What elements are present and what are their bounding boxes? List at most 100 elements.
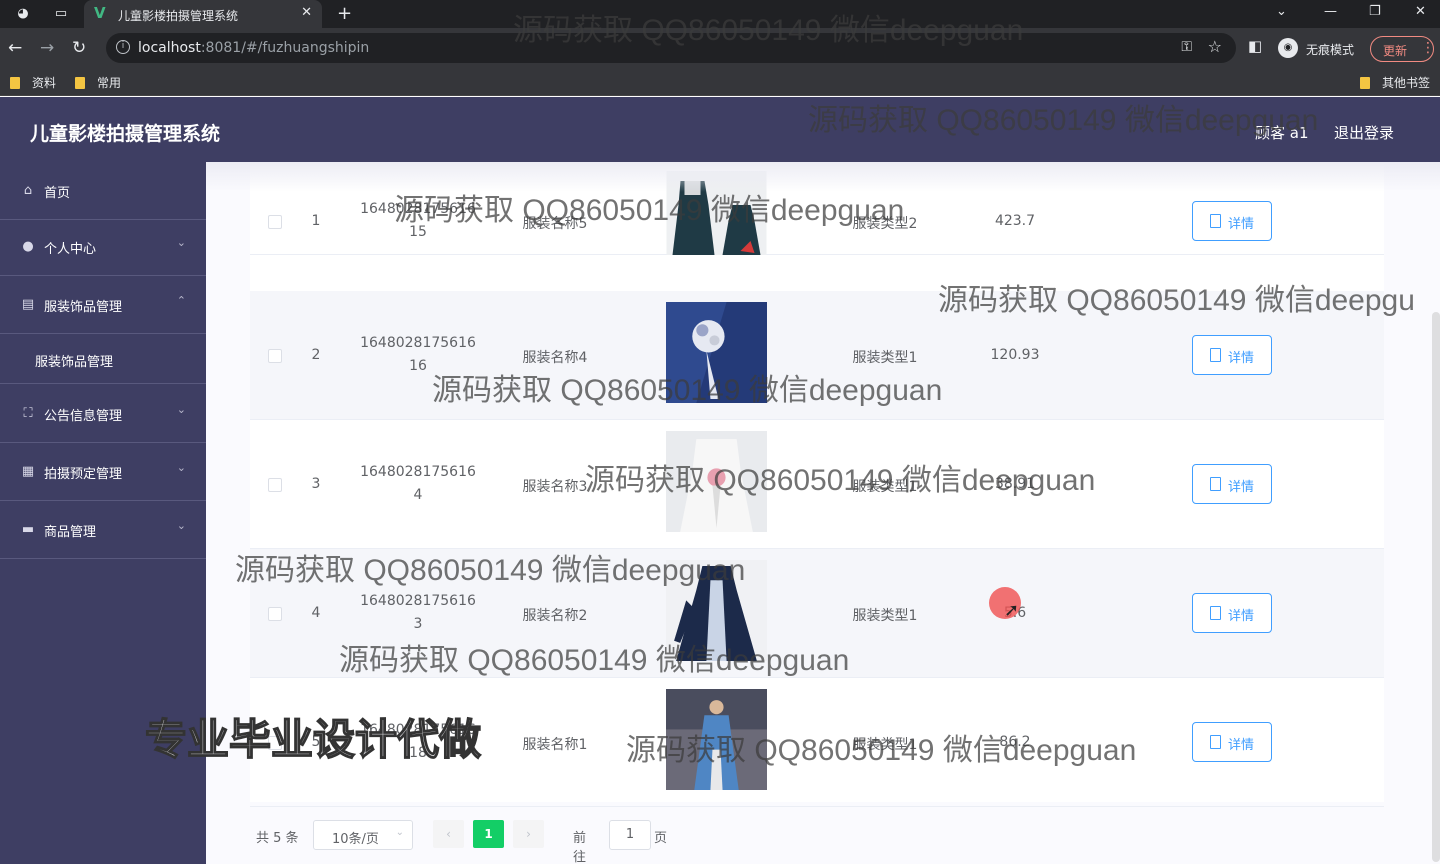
detail-button[interactable]: 详情 bbox=[1192, 722, 1272, 762]
row-index: 3 bbox=[311, 476, 321, 492]
url-text: localhost:8081/#/fuzhuangshipin bbox=[138, 40, 369, 56]
detail-label: 详情 bbox=[1228, 609, 1255, 624]
key-icon[interactable]: ⚿ bbox=[1181, 39, 1192, 55]
row-id: 1648028175616 4 bbox=[353, 461, 483, 507]
detail-label: 详情 bbox=[1228, 351, 1255, 366]
logout-link[interactable]: 退出登录 bbox=[1334, 122, 1394, 143]
mouse-cursor-icon: ➚ bbox=[1004, 600, 1020, 621]
id-line: 3 bbox=[413, 616, 423, 632]
sidebar-item-profile[interactable]: ● 个人中心 ⌄ bbox=[0, 218, 206, 276]
vue-logo-icon: V bbox=[94, 4, 106, 22]
page-size-select[interactable]: 10条/页 ⌄ bbox=[313, 820, 413, 850]
tab-search-icon[interactable]: ⌄ bbox=[1276, 4, 1287, 19]
goto-label: 前往 bbox=[573, 831, 587, 865]
detail-button[interactable]: 详情 bbox=[1192, 593, 1272, 633]
chevron-down-icon: ⌄ bbox=[176, 519, 186, 532]
row-index: 1 bbox=[311, 213, 321, 229]
sidebar-item-notice[interactable]: ⛶ 公告信息管理 ⌄ bbox=[0, 385, 206, 443]
other-bookmarks[interactable]: 其他书签 bbox=[1360, 74, 1430, 91]
chevron-down-icon: ⌄ bbox=[395, 827, 404, 838]
tab-close-icon[interactable]: ✕ bbox=[301, 5, 312, 20]
incognito-indicator[interactable]: ◉ 无痕模式 bbox=[1276, 36, 1356, 60]
update-button[interactable]: 更新 ⋮ bbox=[1370, 36, 1435, 62]
clipboard-icon: ▤ bbox=[21, 297, 35, 312]
row-name: 服装名称2 bbox=[522, 608, 588, 624]
window-close-icon[interactable]: ✕ bbox=[1415, 4, 1426, 19]
scrollbar[interactable] bbox=[1432, 312, 1440, 862]
row-price: 120.93 bbox=[990, 347, 1040, 363]
grid-icon: ▦ bbox=[21, 464, 35, 479]
sidebar-item-clothing[interactable]: ▤ 服装饰品管理 ⌃ bbox=[0, 276, 206, 334]
row-checkbox[interactable] bbox=[268, 215, 282, 229]
detail-button[interactable]: 详情 bbox=[1192, 464, 1272, 504]
document-icon bbox=[1210, 735, 1221, 749]
browser-tab[interactable]: V 儿童影楼拍摄管理系统 ✕ bbox=[84, 0, 322, 28]
bookmark-star-icon[interactable]: ☆ bbox=[1208, 37, 1222, 56]
restore-icon[interactable]: ❐ bbox=[1369, 4, 1381, 19]
row-type: 服装类型1 bbox=[852, 350, 918, 366]
page-number-button[interactable]: 1 bbox=[473, 820, 504, 848]
id-line: 1648028175616 bbox=[360, 335, 476, 351]
row-checkbox[interactable] bbox=[268, 607, 282, 621]
prev-page-button[interactable]: ‹ bbox=[433, 820, 464, 848]
sidebar-item-booking[interactable]: ▦ 拍摄预定管理 ⌄ bbox=[0, 443, 206, 501]
detail-label: 详情 bbox=[1228, 217, 1255, 232]
url-host: localhost bbox=[138, 40, 201, 56]
detail-button[interactable]: 详情 bbox=[1192, 335, 1272, 375]
id-line: 4 bbox=[413, 487, 423, 503]
bookmark-folder[interactable]: 常用 bbox=[75, 74, 121, 91]
pagination-total: 共 5 条 bbox=[256, 831, 299, 846]
row-checkbox[interactable] bbox=[268, 478, 282, 492]
sidebar-item-label: 首页 bbox=[44, 186, 71, 201]
detail-button[interactable]: 详情 bbox=[1192, 201, 1272, 241]
row-index: 2 bbox=[311, 347, 321, 363]
id-line: 1648028175616 bbox=[360, 593, 476, 609]
chevron-down-icon: ⌄ bbox=[176, 236, 186, 249]
menu-dots-icon[interactable]: ⋮ bbox=[1421, 40, 1435, 56]
row-type: 服装类型1 bbox=[852, 608, 918, 624]
site-info-icon[interactable]: i bbox=[116, 40, 130, 54]
bookmark-label: 常用 bbox=[97, 76, 122, 90]
user-icon: ● bbox=[22, 239, 34, 254]
new-tab-button[interactable]: + bbox=[337, 3, 352, 24]
detail-label: 详情 bbox=[1228, 738, 1255, 753]
page-suffix-label: 页 bbox=[654, 831, 668, 846]
minimize-icon[interactable]: — bbox=[1324, 4, 1337, 19]
document-icon bbox=[1210, 214, 1221, 228]
incognito-label: 无痕模式 bbox=[1306, 43, 1355, 57]
goto-page-input[interactable]: 1 bbox=[609, 820, 651, 850]
watermark-text: 源码获取 QQ86050149 微信deepguan bbox=[394, 194, 905, 227]
watermark-text: 源码获取 QQ86050149 微信deepguan bbox=[626, 734, 1137, 767]
detail-label: 详情 bbox=[1228, 480, 1255, 495]
sidebar-subitem-clothing[interactable]: 服装饰品管理 bbox=[0, 334, 206, 384]
watermark-text: 源码获取 QQ86050149 微信deepgu bbox=[938, 284, 1415, 317]
incognito-icon: ◉ bbox=[1278, 38, 1298, 58]
document-icon bbox=[1210, 606, 1221, 620]
app-title: 儿童影楼拍摄管理系统 bbox=[30, 123, 221, 145]
folder-icon bbox=[75, 77, 85, 89]
sidebar-item-label: 公告信息管理 bbox=[44, 409, 123, 424]
product-icon: ▬ bbox=[21, 522, 35, 537]
reload-icon[interactable]: ↻ bbox=[72, 38, 86, 58]
watermark-text: 源码获取 QQ86050149 微信deepguan bbox=[235, 554, 746, 587]
sidebar-item-label: 服装饰品管理 bbox=[44, 300, 123, 315]
watermark-text: 源码获取 QQ86050149 微信deepguan bbox=[339, 644, 850, 677]
side-panel-icon[interactable]: ◧ bbox=[1248, 37, 1262, 55]
update-label: 更新 bbox=[1383, 44, 1408, 58]
row-name: 服装名称4 bbox=[522, 350, 588, 366]
url-path: :8081/#/fuzhuangshipin bbox=[200, 40, 370, 56]
watermark-text: 源码获取 QQ86050149 微信deepguan bbox=[585, 464, 1096, 497]
row-name: 服装名称1 bbox=[522, 737, 588, 753]
frame-icon: ⛶ bbox=[23, 406, 33, 421]
sidebar-item-products[interactable]: ▬ 商品管理 ⌄ bbox=[0, 501, 206, 559]
back-icon[interactable]: ← bbox=[8, 38, 22, 58]
bookmark-folder[interactable]: 资料 bbox=[10, 74, 56, 91]
next-page-button[interactable]: › bbox=[513, 820, 544, 848]
sidebar-item-home[interactable]: ⌂ 首页 bbox=[0, 162, 206, 220]
forward-icon[interactable]: → bbox=[40, 38, 54, 58]
document-icon bbox=[1210, 477, 1221, 491]
chevron-up-icon: ⌃ bbox=[176, 294, 186, 307]
tab-title: 儿童影楼拍摄管理系统 bbox=[118, 9, 239, 23]
tab-overview-icon[interactable]: ▭ bbox=[52, 5, 70, 23]
row-checkbox[interactable] bbox=[268, 349, 282, 363]
